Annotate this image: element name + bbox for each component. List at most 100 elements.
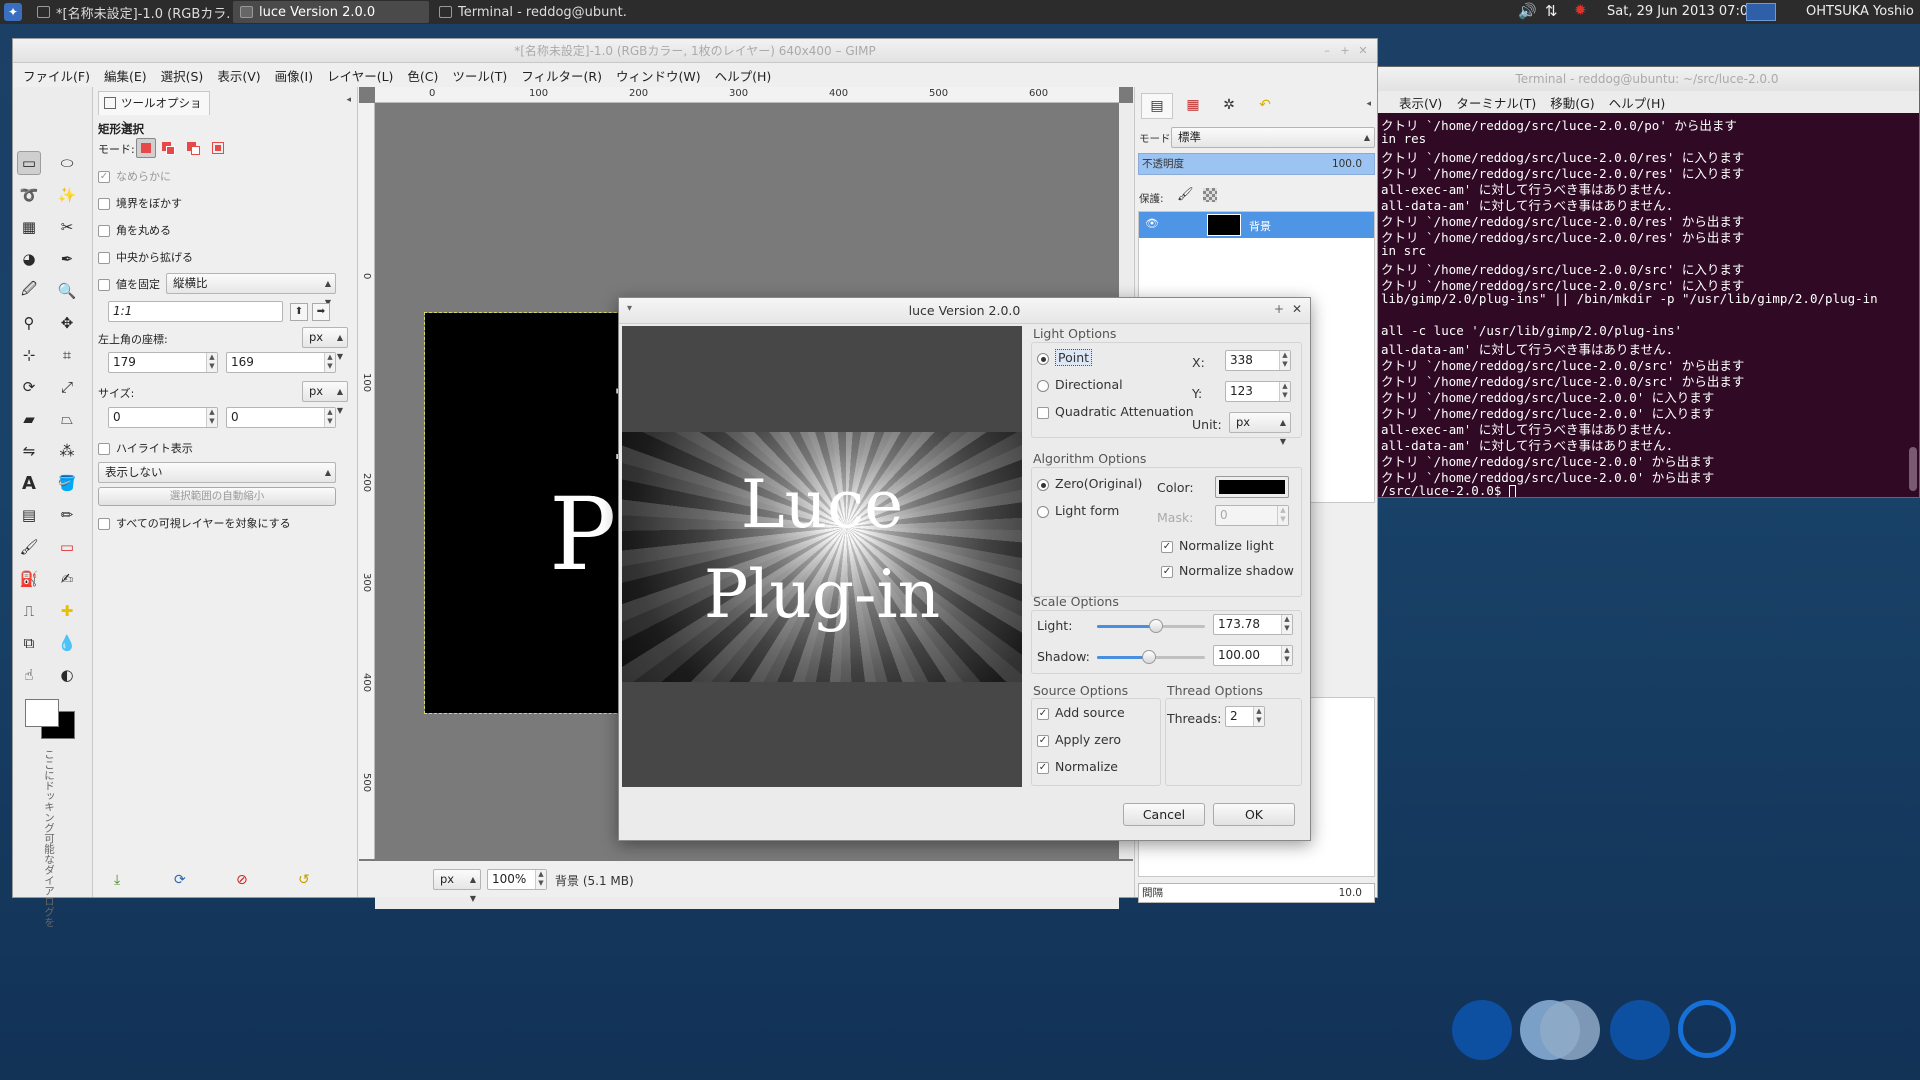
ok-button[interactable]: OK xyxy=(1213,803,1295,826)
layer-row[interactable]: 👁 背景 xyxy=(1139,212,1374,238)
expand-center-option[interactable]: 中央から拡げる xyxy=(98,249,193,265)
zero-original-radio[interactable] xyxy=(1037,478,1049,491)
mode-replace-button[interactable] xyxy=(136,138,156,158)
lock-pixels-icon[interactable]: 🖌 xyxy=(1177,187,1194,202)
save-options-icon[interactable]: ⤓ xyxy=(114,872,120,888)
lock-alpha-icon[interactable] xyxy=(1203,188,1217,202)
preview-area[interactable]: Luce Plug-in xyxy=(622,326,1022,787)
add-source-checkbox[interactable]: ✓ xyxy=(1037,707,1049,720)
threads-input[interactable]: 2 ▲ ▼ xyxy=(1225,706,1265,727)
color-button[interactable] xyxy=(1215,476,1289,498)
directional-radio[interactable] xyxy=(1037,379,1049,392)
move-tool[interactable]: ✥ xyxy=(55,311,79,335)
foreground-select-tool[interactable]: ◕ xyxy=(17,247,41,271)
light-form-radio[interactable] xyxy=(1037,505,1049,518)
terminal-menu-view[interactable]: 表示(V) xyxy=(1399,93,1442,112)
quadratic-option[interactable]: Quadratic Attenuation xyxy=(1037,404,1194,419)
clock[interactable]: Sat, 29 Jun 2013 07:02 xyxy=(1607,4,1756,19)
blur-tool[interactable]: 💧 xyxy=(55,631,79,655)
text-tool[interactable]: A xyxy=(17,471,41,495)
spin-arrows[interactable]: ▲ ▼ xyxy=(1279,382,1290,401)
normalize-shadow-option[interactable]: ✓ Normalize shadow xyxy=(1161,563,1294,578)
spin-arrows[interactable]: ▲ ▼ xyxy=(206,353,217,372)
paths-tab-icon[interactable]: ✲ xyxy=(1213,93,1245,119)
delete-options-icon[interactable]: ⊘ xyxy=(236,872,248,888)
workspace-switcher-icon[interactable] xyxy=(1746,3,1776,21)
volume-icon[interactable]: 🔊 xyxy=(1518,2,1537,20)
perspective-clone-tool[interactable]: ⧉ xyxy=(17,631,41,655)
normalize-shadow-checkbox[interactable]: ✓ xyxy=(1161,565,1173,578)
eraser-tool[interactable]: ▭ xyxy=(55,535,79,559)
menu-help[interactable]: ヘルプ(H) xyxy=(715,66,772,85)
smudge-tool[interactable]: ☝ xyxy=(17,663,41,687)
paths-tool[interactable]: ✒ xyxy=(55,247,79,271)
shear-tool[interactable]: ▰ xyxy=(17,407,41,431)
layer-name[interactable]: 背景 xyxy=(1249,218,1271,234)
terminal-menu-help[interactable]: ヘルプ(H) xyxy=(1609,93,1666,112)
menu-windows[interactable]: ウィンドウ(W) xyxy=(616,66,701,85)
menu-filters[interactable]: フィルター(R) xyxy=(521,66,602,85)
highlight-option[interactable]: ハイライト表示 xyxy=(98,440,193,456)
airbrush-tool[interactable]: ⛽ xyxy=(17,567,41,591)
fixed-mode-select[interactable]: 縦横比▲▼ xyxy=(166,273,336,307)
antialias-checkbox[interactable]: ✓ xyxy=(98,171,110,183)
terminal-menu-terminal[interactable]: ターミナル(T) xyxy=(1456,93,1536,112)
expand-center-checkbox[interactable] xyxy=(98,252,110,264)
panel-menu-icon[interactable]: ◂ xyxy=(346,95,351,105)
visibility-eye-icon[interactable]: 👁 xyxy=(1145,217,1159,230)
x-input[interactable]: 338 ▲ ▼ xyxy=(1225,350,1291,371)
reset-options-icon[interactable]: ↺ xyxy=(298,872,310,888)
size-height-input[interactable]: 0 ▲ ▼ xyxy=(226,407,336,428)
spin-arrows[interactable]: ▲ ▼ xyxy=(206,408,217,427)
zoom-tool[interactable]: 🔍 xyxy=(55,279,79,303)
scale-tool[interactable]: ⤢ xyxy=(55,375,79,399)
directional-option[interactable]: Directional xyxy=(1037,377,1123,392)
ellipse-select-tool[interactable]: ⬭ xyxy=(55,151,79,175)
perspective-tool[interactable]: ⏢ xyxy=(55,407,79,431)
scissors-tool[interactable]: ✂ xyxy=(55,215,79,239)
zoom-input[interactable]: 100% ▲ ▼ xyxy=(487,869,547,890)
cage-transform-tool[interactable]: ⁂ xyxy=(55,439,79,463)
measure-tool[interactable]: ⚲ xyxy=(17,311,41,335)
ink-tool[interactable]: ✍ xyxy=(55,567,79,591)
panel-menu-icon[interactable]: ◂ xyxy=(1366,99,1371,109)
shrink-merged-checkbox[interactable] xyxy=(98,518,110,530)
menu-select[interactable]: 選択(S) xyxy=(161,66,204,85)
portrait-icon[interactable]: ⬆ xyxy=(290,303,308,321)
free-select-tool[interactable]: ➰ xyxy=(17,183,41,207)
horizontal-scrollbar[interactable] xyxy=(375,895,1119,909)
autoshrink-button[interactable]: 選択範囲の自動縮小 xyxy=(98,487,336,506)
feather-option[interactable]: 境界をぼかす xyxy=(98,195,182,211)
unit-select[interactable]: px ▲ ▼ xyxy=(1229,412,1291,446)
color-select-tool[interactable]: ▦ xyxy=(17,215,41,239)
normalize-option[interactable]: ✓ Normalize xyxy=(1037,759,1118,774)
mode-subtract-button[interactable] xyxy=(185,140,201,156)
ruler-left[interactable]: 0 100 200 300 400 500 xyxy=(359,103,375,859)
terminal-scrollbar[interactable] xyxy=(1909,447,1917,491)
restore-options-icon[interactable]: ⟳ xyxy=(174,872,186,888)
rect-select-tool[interactable]: ▭ xyxy=(17,151,41,175)
feather-checkbox[interactable] xyxy=(98,198,110,210)
point-radio[interactable] xyxy=(1037,352,1049,365)
position-x-input[interactable]: 179 ▲ ▼ xyxy=(108,352,218,373)
paintbrush-tool[interactable]: 🖌 xyxy=(17,535,41,559)
antialias-option[interactable]: ✓ なめらかに xyxy=(98,168,171,184)
close-icon[interactable]: ✕ xyxy=(1292,302,1302,316)
add-source-option[interactable]: ✓ Add source xyxy=(1037,705,1125,720)
task-luce[interactable]: luce Version 2.0.0 xyxy=(233,1,429,23)
dodge-burn-tool[interactable]: ◐ xyxy=(55,663,79,687)
spin-arrows[interactable]: ▲ ▼ xyxy=(1281,646,1292,665)
opacity-slider[interactable]: 不透明度 100.0 xyxy=(1138,153,1375,175)
normalize-light-checkbox[interactable]: ✓ xyxy=(1161,540,1173,553)
foreground-color-swatch[interactable] xyxy=(25,699,59,727)
maximize-icon[interactable]: + xyxy=(1274,302,1284,316)
channels-tab-icon[interactable]: ▦ xyxy=(1177,93,1209,119)
menu-image[interactable]: 画像(I) xyxy=(275,66,313,85)
round-corners-checkbox[interactable] xyxy=(98,225,110,237)
rotate-tool[interactable]: ⟳ xyxy=(17,375,41,399)
scale-shadow-input[interactable]: 100.00 ▲ ▼ xyxy=(1213,645,1293,666)
apply-zero-option[interactable]: ✓ Apply zero xyxy=(1037,732,1121,747)
color-picker-tool[interactable]: 🖉 xyxy=(17,279,41,303)
terminal-menu-go[interactable]: 移動(G) xyxy=(1550,93,1594,112)
heal-tool[interactable]: ✚ xyxy=(55,599,79,623)
